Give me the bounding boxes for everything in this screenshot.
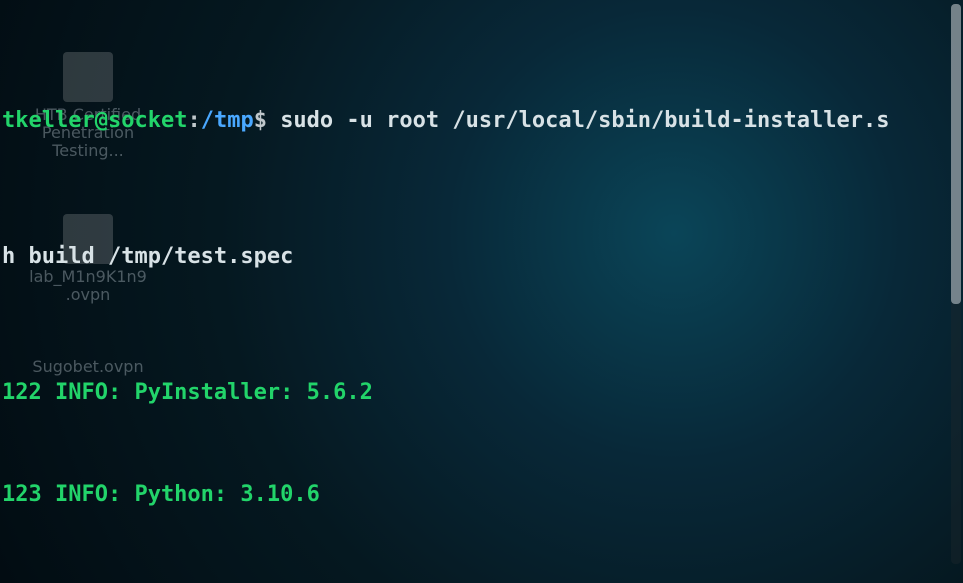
terminal[interactable]: tkeller@socket:/tmp$ sudo -u root /usr/l… (0, 0, 963, 583)
prompt-host: socket (108, 108, 187, 133)
scrollbar-thumb[interactable] (951, 4, 961, 304)
output-line: 122 INFO: PyInstaller: 5.6.2 (2, 376, 963, 410)
prompt-at: @ (95, 108, 108, 133)
prompt-path: /tmp (201, 108, 254, 133)
prompt-dollar: $ (254, 108, 267, 133)
command-text: sudo -u root /usr/local/sbin/build-insta… (280, 108, 889, 133)
scrollbar-track[interactable] (951, 4, 961, 564)
prompt-colon: : (187, 108, 200, 133)
command-wrap: h build /tmp/test.spec (2, 240, 963, 274)
output-line: 123 INFO: Python: 3.10.6 (2, 478, 963, 512)
prompt-line: tkeller@socket:/tmp$ sudo -u root /usr/l… (2, 104, 963, 138)
prompt-user: tkeller (2, 108, 95, 133)
